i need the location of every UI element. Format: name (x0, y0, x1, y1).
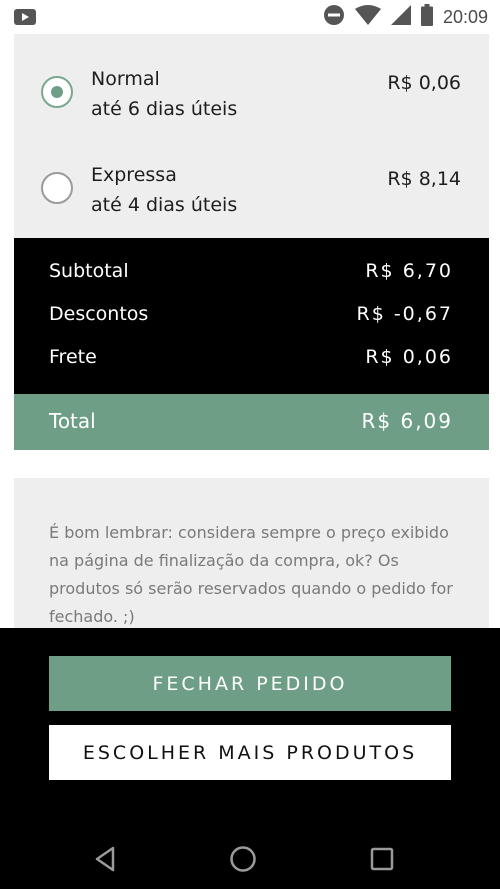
wifi-icon (354, 5, 381, 29)
subtotal-value: R$ 6,70 (365, 260, 453, 282)
shipping-option-time: até 4 dias úteis (91, 194, 238, 216)
cell-signal-icon (390, 5, 411, 29)
radio-selected[interactable] (41, 76, 73, 108)
shipping-cost-value: R$ 0,06 (365, 346, 453, 368)
discount-row: Descontos R$ -0,67 (49, 303, 453, 333)
battery-icon (420, 4, 433, 30)
shipping-cost-row: Frete R$ 0,06 (49, 346, 453, 376)
total-row: Total R$ 6,09 (14, 394, 489, 450)
shipping-option-name: Normal (91, 68, 160, 90)
shipping-option-price: R$ 0,06 (387, 72, 461, 94)
back-icon[interactable] (90, 844, 120, 874)
action-area: FECHAR PEDIDO ESCOLHER MAIS PRODUTOS (0, 628, 500, 889)
subtotal-row: Subtotal R$ 6,70 (49, 260, 453, 290)
subtotal-label: Subtotal (49, 260, 129, 282)
order-summary: Subtotal R$ 6,70 Descontos R$ -0,67 Fret… (14, 238, 489, 394)
shipping-cost-label: Frete (49, 346, 97, 368)
radio-unselected[interactable] (41, 172, 73, 204)
choose-more-products-button[interactable]: ESCOLHER MAIS PRODUTOS (49, 725, 451, 780)
status-time: 20:09 (442, 6, 488, 27)
close-order-button[interactable]: FECHAR PEDIDO (49, 656, 451, 711)
recent-apps-icon[interactable] (367, 844, 397, 874)
do-not-disturb-icon (323, 4, 345, 30)
total-label: Total (49, 409, 96, 433)
shipping-option-time: até 6 dias úteis (91, 98, 238, 120)
shipping-option-price: R$ 8,14 (387, 168, 461, 190)
home-icon[interactable] (228, 844, 258, 874)
price-notice: É bom lembrar: considera sempre o preço … (14, 478, 489, 628)
system-nav-bar (0, 828, 500, 889)
discount-label: Descontos (49, 303, 149, 325)
discount-value: R$ -0,67 (356, 303, 453, 325)
notice-text: É bom lembrar: considera sempre o preço … (49, 523, 453, 626)
youtube-icon (14, 9, 36, 29)
status-bar: 20:09 (0, 0, 500, 34)
shipping-option-name: Expressa (91, 164, 177, 186)
shipping-option-normal[interactable]: Normal até 6 dias úteis R$ 0,06 (14, 64, 489, 160)
total-value: R$ 6,09 (361, 409, 453, 433)
shipping-options-panel: Normal até 6 dias úteis R$ 0,06 Expressa… (14, 34, 489, 238)
